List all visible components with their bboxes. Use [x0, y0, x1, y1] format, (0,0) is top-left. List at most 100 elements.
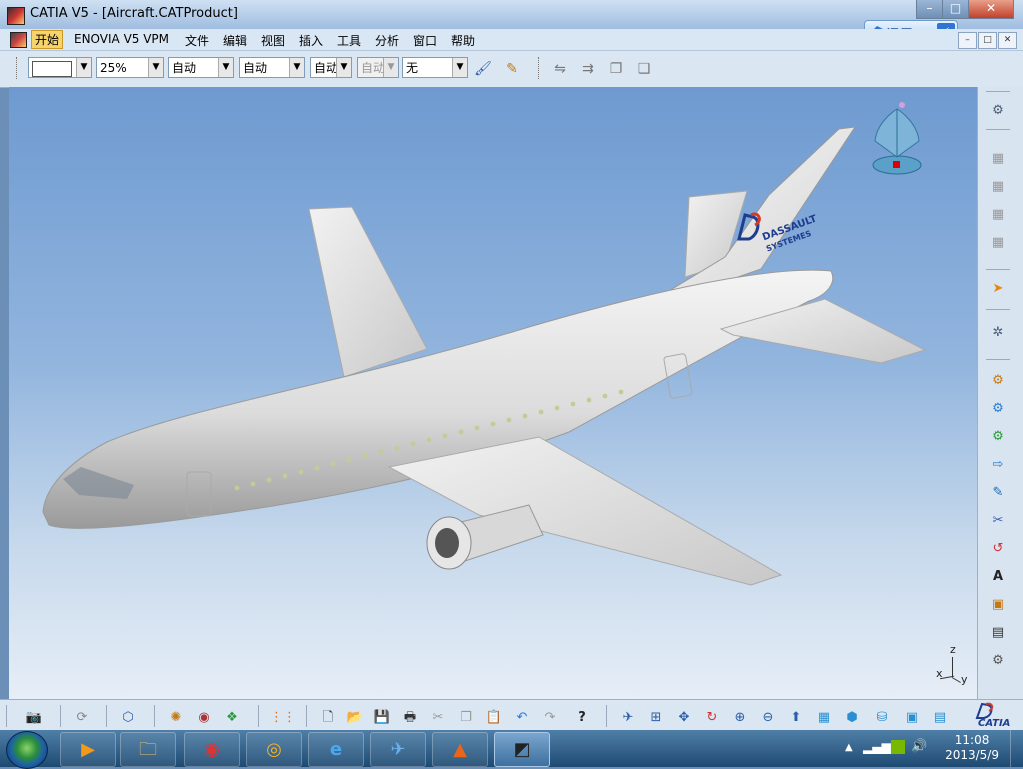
menu-window[interactable]: 窗口 — [413, 32, 437, 49]
line-type-combo[interactable]: 自动 ▼ — [239, 57, 305, 78]
new-file-icon[interactable]: 🗋 — [318, 708, 338, 728]
nvidia-icon[interactable] — [891, 740, 905, 754]
annotation-text-icon[interactable]: A — [988, 567, 1008, 587]
replace-component-icon[interactable]: ⚙ — [988, 371, 1008, 391]
menu-help[interactable]: 帮助 — [451, 32, 475, 49]
taskbar-explorer[interactable]: 🗀 — [120, 732, 176, 767]
restore-button[interactable]: □ — [942, 0, 969, 19]
rendering-combo[interactable]: 自动 ▼ — [357, 57, 399, 78]
graphic-properties-icon[interactable]: ✎ — [502, 59, 522, 79]
camera-icon[interactable]: 📷 — [24, 708, 44, 728]
separator — [306, 705, 307, 727]
component-icon[interactable]: ▦ — [988, 149, 1008, 169]
fit-all-in-icon[interactable]: ⊞ — [646, 708, 666, 728]
menu-start[interactable]: 开始 — [31, 30, 64, 49]
doc-restore-button[interactable]: □ — [978, 32, 997, 49]
3d-viewport[interactable]: DASSAULT SYSTEMES z x y — [9, 87, 977, 699]
paste-icon[interactable]: 📋 — [484, 708, 504, 728]
redo-icon[interactable]: ↷ — [540, 708, 560, 728]
menu-analysis[interactable]: 分析 — [375, 32, 399, 49]
close-button[interactable]: ✕ — [968, 0, 1014, 19]
reconnect-icon[interactable]: ↺ — [988, 539, 1008, 559]
taskbar-xunlei[interactable]: ✈ — [370, 732, 426, 767]
fix-component-icon[interactable]: ✺ — [166, 708, 186, 728]
undo-icon[interactable]: ↶ — [512, 708, 532, 728]
cut-icon[interactable]: ✂ — [428, 708, 448, 728]
left-wing[interactable] — [308, 206, 428, 378]
multi-instantiation-icon[interactable]: ✎ — [988, 483, 1008, 503]
bill-of-material-gear-icon[interactable]: ⚙ — [988, 651, 1008, 671]
layer-combo[interactable]: 无 ▼ — [402, 57, 468, 78]
show-desktop-button[interactable] — [1010, 730, 1023, 767]
pan-icon[interactable]: ✥ — [674, 708, 694, 728]
taskbar-chrome[interactable]: ◉ — [184, 732, 240, 767]
taskbar-catia[interactable]: ◩ — [494, 732, 550, 767]
taskbar-internet-explorer[interactable]: e — [308, 732, 364, 767]
print-icon[interactable]: 🖶 — [400, 708, 420, 728]
catia-app-icon[interactable] — [7, 7, 25, 25]
taskbar-media-player[interactable]: ▶ — [60, 732, 116, 767]
doc-minimize-button[interactable]: – — [958, 32, 977, 49]
point-type-combo[interactable]: 自动 ▼ — [310, 57, 352, 78]
network-icon[interactable]: ▂▄▆ — [863, 740, 891, 754]
scene-icon[interactable]: ▣ — [988, 595, 1008, 615]
swap-visible-space-icon[interactable]: ⇋ — [550, 59, 570, 79]
fly-mode-icon[interactable]: ✈ — [618, 708, 638, 728]
whats-this-help-icon[interactable]: ? — [572, 708, 592, 728]
eraser-icon[interactable]: ⬡ — [118, 708, 138, 728]
existing-component-icon[interactable]: ▦ — [988, 233, 1008, 253]
transparency-combo[interactable]: 25% ▼ — [96, 57, 164, 78]
paste-properties-icon[interactable]: ❑ — [634, 59, 654, 79]
compass-icon[interactable] — [867, 99, 927, 179]
menu-view[interactable]: 视图 — [261, 32, 285, 49]
isometric-view-icon[interactable]: ⬢ — [842, 708, 862, 728]
product-icon[interactable]: ▦ — [988, 177, 1008, 197]
taskbar-clock[interactable]: 11:08 2013/5/9 — [945, 733, 999, 763]
menu-edit[interactable]: 编辑 — [223, 32, 247, 49]
copy-icon[interactable]: ❐ — [456, 708, 476, 728]
menu-enovia[interactable]: ENOVIA V5 VPM — [74, 32, 169, 46]
open-folder-icon[interactable]: 📂 — [345, 708, 365, 728]
windows-start-button[interactable] — [6, 731, 48, 769]
graph-tree-reordering-icon[interactable]: ⚙ — [988, 399, 1008, 419]
quick-view-icon[interactable]: ▦ — [814, 708, 834, 728]
taskbar-matlab[interactable]: ▲ — [432, 732, 488, 767]
toolbar-grip[interactable] — [16, 57, 20, 79]
volume-icon[interactable]: 🔊 — [911, 739, 927, 754]
constraints-icon[interactable]: ◉ — [194, 708, 214, 728]
catalog-browser-icon[interactable]: ✲ — [988, 323, 1008, 343]
hide-show-icon[interactable]: ⇉ — [578, 59, 598, 79]
tray-show-hidden-icon[interactable]: ▲ — [845, 742, 853, 753]
minimize-button[interactable]: – — [916, 0, 943, 19]
flexible-component-icon[interactable]: ❖ — [222, 708, 242, 728]
update-icon[interactable]: ⟳ — [72, 708, 92, 728]
aircraft-model[interactable] — [9, 87, 977, 699]
line-thickness-combo[interactable]: 自动 ▼ — [168, 57, 234, 78]
document-icon[interactable] — [10, 32, 27, 48]
generate-numbering-icon[interactable]: ⚙ — [988, 427, 1008, 447]
zoom-in-icon[interactable]: ⊕ — [730, 708, 750, 728]
product-structure-gear-icon[interactable]: ⚙ — [988, 101, 1008, 121]
select-arrow-icon[interactable]: ➤ — [988, 279, 1008, 299]
menu-tools[interactable]: 工具 — [337, 32, 361, 49]
color-combo[interactable]: ▼ — [28, 57, 92, 78]
swap-space-icon[interactable]: ▤ — [930, 708, 950, 728]
analysis-icon[interactable]: ▤ — [988, 623, 1008, 643]
shading-icon[interactable]: ⛁ — [872, 708, 892, 728]
hide-show-toggle-icon[interactable]: ▣ — [902, 708, 922, 728]
menu-insert[interactable]: 插入 — [299, 32, 323, 49]
snap-grid-icon[interactable]: ⋮⋮ — [270, 708, 296, 728]
part-icon[interactable]: ▦ — [988, 205, 1008, 225]
manipulation-icon[interactable]: ✂ — [988, 511, 1008, 531]
doc-close-button[interactable]: ✕ — [998, 32, 1017, 49]
painter-icon[interactable]: 🖌 — [473, 59, 493, 79]
toolbar-grip[interactable] — [538, 57, 542, 79]
manage-representations-icon[interactable]: ⇨ — [988, 455, 1008, 475]
normal-view-icon[interactable]: ⬆ — [786, 708, 806, 728]
copy-properties-icon[interactable]: ❐ — [606, 59, 626, 79]
taskbar-360-browser[interactable]: ◎ — [246, 732, 302, 767]
rotate-icon[interactable]: ↻ — [702, 708, 722, 728]
save-icon[interactable]: 💾 — [372, 708, 392, 728]
menu-file[interactable]: 文件 — [185, 32, 209, 49]
zoom-out-icon[interactable]: ⊖ — [758, 708, 778, 728]
